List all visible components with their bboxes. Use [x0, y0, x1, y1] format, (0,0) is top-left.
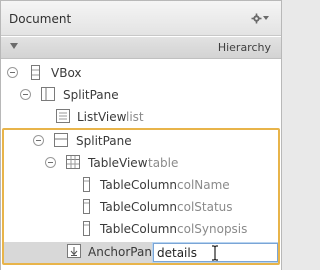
- tree-row-splitpane-nested[interactable]: SplitPane: [1, 130, 281, 152]
- tableview-icon: [66, 155, 80, 172]
- collapse-toggle-icon[interactable]: [7, 67, 18, 78]
- collapse-toggle-icon[interactable]: [33, 135, 44, 146]
- fx-id-label: list: [126, 110, 144, 124]
- tree-row-tablecolumn[interactable]: TableColumn colSynopsis: [1, 218, 281, 240]
- tree-node-label: TableView: [88, 156, 148, 170]
- hierarchy-mode-label[interactable]: Hierarchy: [218, 41, 271, 54]
- tablecolumn-icon: [83, 221, 90, 239]
- fx-id-label: table: [148, 156, 179, 170]
- tree-row-splitpane[interactable]: SplitPane: [1, 84, 281, 106]
- fx-id-label: colStatus: [177, 200, 233, 214]
- tree-row-tablecolumn[interactable]: TableColumn colName: [1, 174, 281, 196]
- anchorpane-icon: [67, 244, 81, 261]
- tree-row-vbox[interactable]: VBox: [1, 62, 281, 84]
- tree-node-label: TableColumn: [100, 222, 177, 236]
- listview-icon: [56, 109, 70, 126]
- gear-menu-icon[interactable]: [251, 10, 271, 26]
- tree-node-label: VBox: [51, 66, 82, 80]
- collapse-triangle-icon[interactable]: [10, 43, 18, 49]
- collapse-toggle-icon[interactable]: [20, 89, 31, 100]
- vbox-icon: [31, 65, 40, 83]
- document-panel: Document Hierarchy VBox SplitPane ListVi…: [0, 0, 282, 270]
- tree-node-label: AnchorPane: [88, 245, 160, 259]
- hierarchy-tree: VBox SplitPane ListView list SplitPane T…: [1, 60, 281, 270]
- fx-id-label: colSynopsis: [177, 222, 248, 236]
- tree-row-tableview[interactable]: TableView table: [1, 152, 281, 174]
- panel-titlebar: Document: [1, 1, 281, 36]
- tree-node-label: SplitPane: [63, 88, 119, 102]
- tree-row-tablecolumn[interactable]: TableColumn colStatus: [1, 196, 281, 218]
- fx-id-label: colName: [177, 178, 230, 192]
- hierarchy-bar: Hierarchy: [1, 37, 281, 59]
- tree-node-label: ListView: [77, 110, 127, 124]
- splitpane-vertical-icon: [54, 133, 68, 150]
- tree-node-label: TableColumn: [100, 178, 177, 192]
- tree-node-label: TableColumn: [100, 200, 177, 214]
- tree-node-label: SplitPane: [76, 134, 132, 148]
- panel-title: Document: [9, 12, 72, 26]
- collapse-toggle-icon[interactable]: [45, 157, 56, 168]
- tablecolumn-icon: [83, 177, 90, 195]
- text-cursor-icon: [211, 245, 219, 261]
- tree-row-listview[interactable]: ListView list: [1, 106, 281, 128]
- splitpane-horizontal-icon: [41, 87, 55, 104]
- tablecolumn-icon: [83, 199, 90, 217]
